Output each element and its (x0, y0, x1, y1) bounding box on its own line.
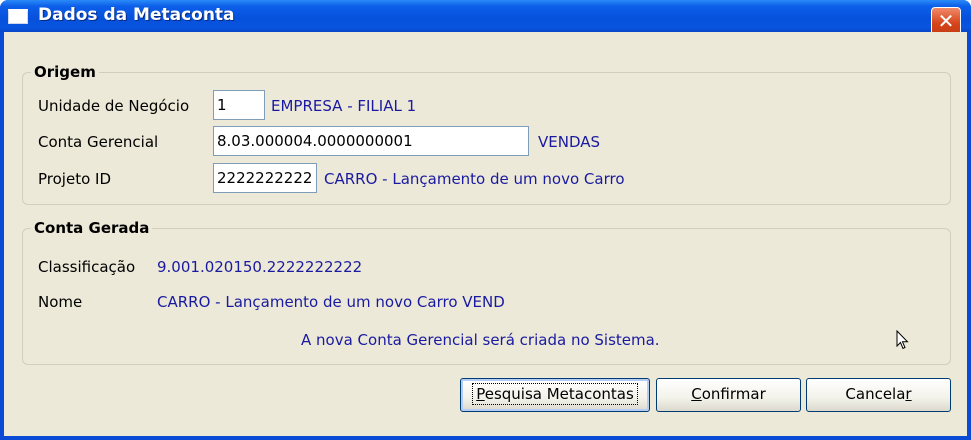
confirmar-button-label: Confirmar (691, 385, 766, 403)
cancelar-button-label: Cancelar (845, 385, 912, 403)
window-title: Dados da Metaconta (38, 5, 235, 25)
dialog-window: Dados da Metaconta ✕ Origem Unidade de N… (0, 0, 971, 440)
projeto-description: CARRO - Lançamento de um novo Carro (324, 170, 625, 188)
unidade-description: EMPRESA - FILIAL 1 (271, 97, 417, 115)
unidade-input[interactable]: 1 (213, 90, 265, 120)
nome-label: Nome (38, 293, 83, 311)
pesquisa-button-label: Pesquisa Metacontas (472, 383, 638, 405)
projeto-id-input[interactable]: 2222222222 (213, 163, 317, 193)
projeto-label: Projeto ID (38, 170, 111, 188)
window-icon (8, 9, 28, 24)
confirmar-button[interactable]: Confirmar (656, 378, 801, 412)
nome-value: CARRO - Lançamento de um novo Carro VEND (157, 293, 505, 311)
pesquisa-metacontas-button[interactable]: Pesquisa Metacontas (460, 378, 650, 412)
classificacao-label: Classificação (38, 258, 136, 276)
title-bar[interactable]: Dados da Metaconta ✕ (0, 0, 971, 37)
dialog-body: Origem Unidade de Negócio 1 EMPRESA - FI… (4, 32, 967, 436)
conta-gerada-legend: Conta Gerada (31, 219, 153, 237)
conta-description: VENDAS (538, 133, 601, 151)
info-message: A nova Conta Gerencial será criada no Si… (301, 331, 660, 349)
unidade-label: Unidade de Negócio (38, 97, 190, 115)
conta-gerencial-input[interactable]: 8.03.000004.0000000001 (213, 126, 529, 156)
mouse-cursor-icon (896, 330, 909, 350)
classificacao-value: 9.001.020150.2222222222 (157, 258, 363, 276)
cancelar-button[interactable]: Cancelar (806, 378, 951, 412)
conta-label: Conta Gerencial (38, 133, 159, 151)
origem-legend: Origem (31, 63, 99, 81)
close-icon: ✕ (937, 9, 955, 33)
